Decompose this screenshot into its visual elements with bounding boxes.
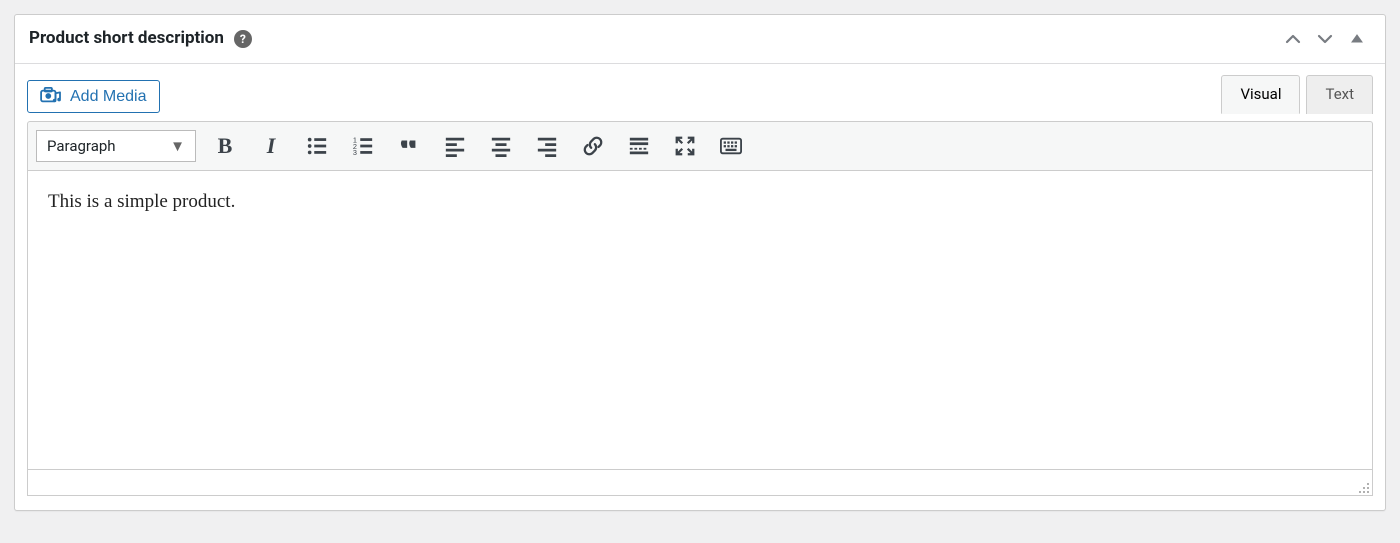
editor-status-bar xyxy=(27,470,1373,496)
format-select[interactable]: Paragraph ▼ xyxy=(36,130,196,162)
help-icon[interactable]: ? xyxy=(234,30,252,48)
camera-music-icon xyxy=(40,87,62,105)
numbered-list-button[interactable]: 1 2 3 xyxy=(350,133,376,159)
media-tab-row: Add Media Visual Text xyxy=(27,74,1373,113)
toolbar-toggle-button[interactable] xyxy=(718,133,744,159)
quote-icon xyxy=(398,135,420,157)
insert-more-button[interactable] xyxy=(626,133,652,159)
align-right-icon xyxy=(536,135,558,157)
svg-text:3: 3 xyxy=(353,148,357,157)
tab-visual[interactable]: Visual xyxy=(1221,75,1300,114)
chevron-down-icon xyxy=(1317,31,1333,47)
align-left-button[interactable] xyxy=(442,133,468,159)
fullscreen-button[interactable] xyxy=(672,133,698,159)
triangle-up-icon xyxy=(1349,31,1365,47)
align-center-button[interactable] xyxy=(488,133,514,159)
chevron-up-icon xyxy=(1285,31,1301,47)
read-more-icon xyxy=(628,135,650,157)
italic-button[interactable]: I xyxy=(258,133,284,159)
add-media-button[interactable]: Add Media xyxy=(27,80,160,113)
editor-toolbar: Paragraph ▼ B I 1 2 3 xyxy=(27,121,1373,170)
editor-tabs: Visual Text xyxy=(1215,75,1373,114)
insert-link-button[interactable] xyxy=(580,133,606,159)
resize-grip-icon xyxy=(1356,480,1370,494)
editor-content-area[interactable]: This is a simple product. xyxy=(27,170,1373,470)
caret-down-icon: ▼ xyxy=(170,136,185,157)
keyboard-icon xyxy=(720,135,742,157)
move-up-button[interactable] xyxy=(1279,25,1307,53)
numbered-list-icon: 1 2 3 xyxy=(352,135,374,157)
resize-handle[interactable] xyxy=(1356,480,1370,494)
toolbar-icon-group: B I 1 2 3 xyxy=(212,133,744,159)
align-left-icon xyxy=(444,135,466,157)
tab-text[interactable]: Text xyxy=(1306,75,1373,114)
metabox-header: Product short description ? xyxy=(15,15,1385,64)
align-right-button[interactable] xyxy=(534,133,560,159)
bullet-list-button[interactable] xyxy=(304,133,330,159)
bullet-list-icon xyxy=(306,135,328,157)
move-down-button[interactable] xyxy=(1311,25,1339,53)
metabox-body: Add Media Visual Text Paragraph ▼ B I xyxy=(15,64,1385,510)
panel-title: Product short description xyxy=(29,27,224,51)
link-icon xyxy=(582,135,604,157)
toggle-panel-button[interactable] xyxy=(1343,25,1371,53)
format-select-value: Paragraph xyxy=(47,136,116,157)
fullscreen-icon xyxy=(674,135,696,157)
blockquote-button[interactable] xyxy=(396,133,422,159)
bold-button[interactable]: B xyxy=(212,133,238,159)
align-center-icon xyxy=(490,135,512,157)
add-media-label: Add Media xyxy=(70,87,147,106)
product-short-description-metabox: Product short description ? xyxy=(14,14,1386,511)
